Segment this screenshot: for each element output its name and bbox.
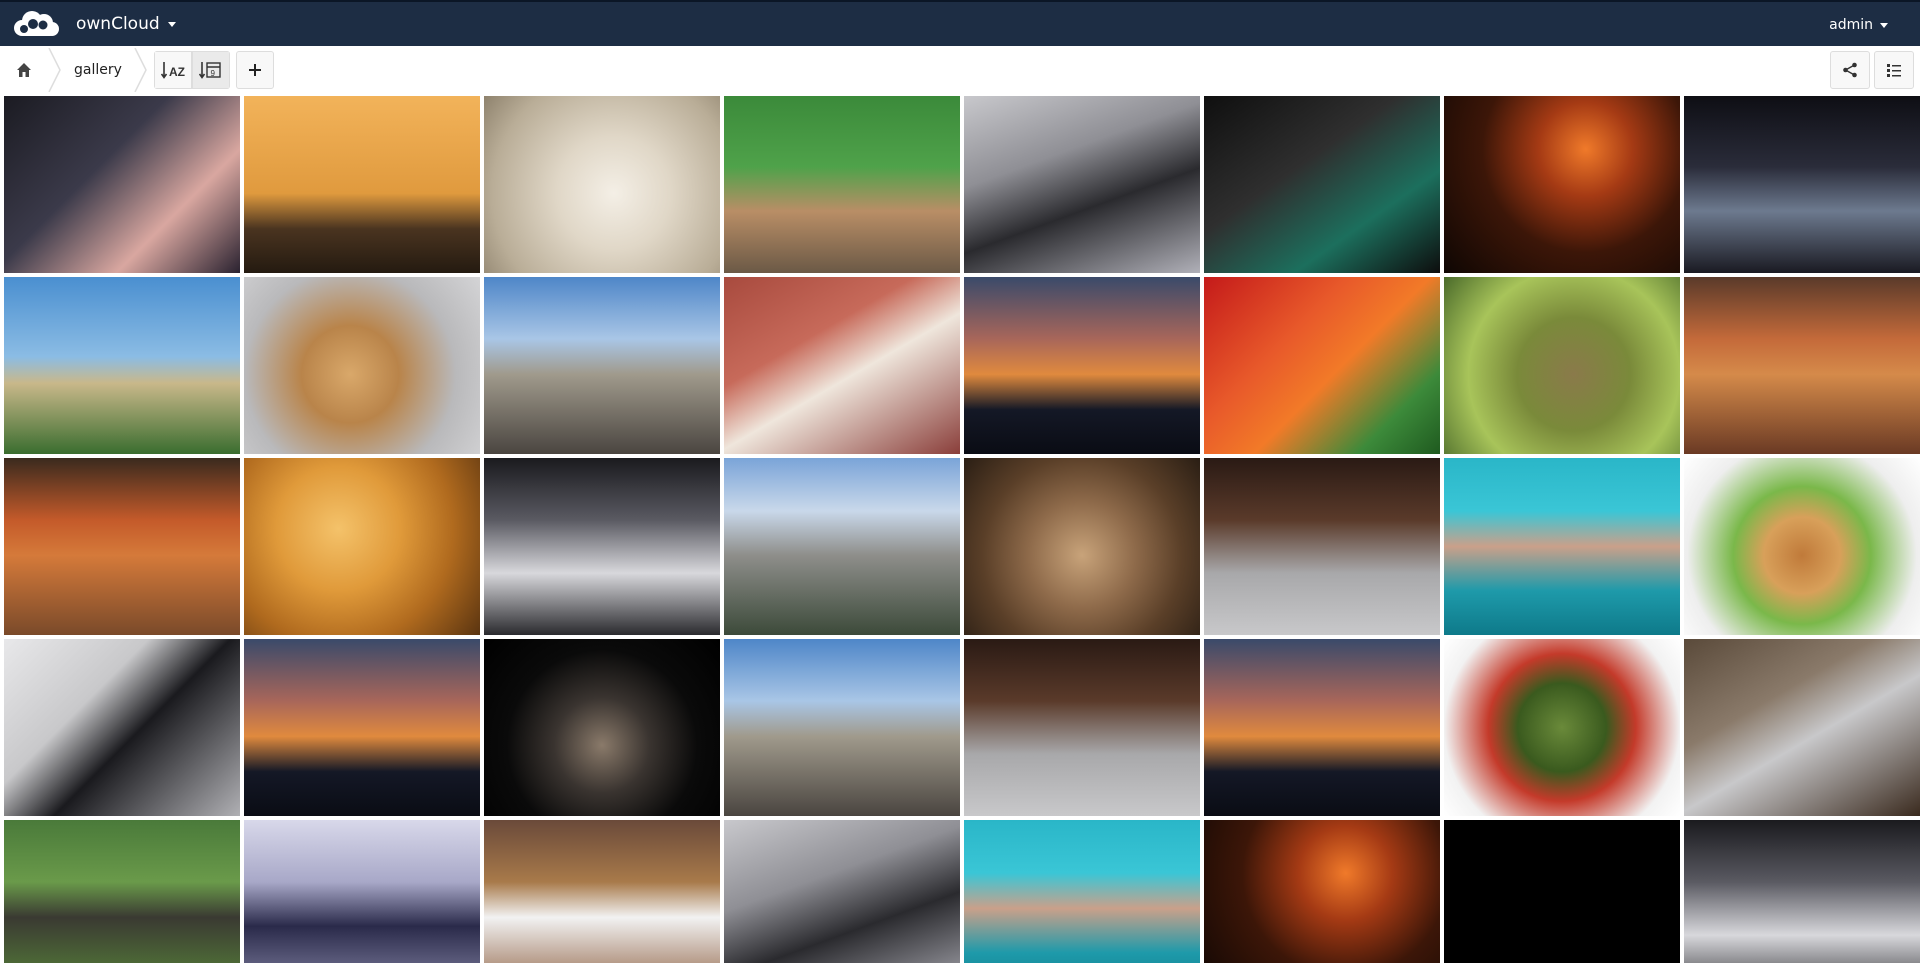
gallery-photo-city-dusk-3[interactable]	[1204, 639, 1440, 816]
home-icon	[17, 63, 31, 77]
gallery-photo-liquor-shelf[interactable]	[1204, 458, 1440, 635]
gallery-photo-black-photo[interactable]	[1444, 820, 1680, 963]
user-menu-toggle[interactable]: admin	[1829, 2, 1888, 48]
gallery-photo-deer[interactable]	[1444, 277, 1680, 454]
gallery-photo-autumn-trees[interactable]	[1684, 277, 1920, 454]
caret-down-icon	[1880, 22, 1888, 28]
share-icon	[1843, 62, 1857, 78]
gallery-photo-bar-counter-2[interactable]	[1684, 820, 1920, 963]
controls-bar: gallery AZ 9	[0, 46, 1920, 94]
caret-down-icon	[167, 21, 176, 27]
gallery-photo-las-vegas-night[interactable]	[484, 639, 720, 816]
gallery-photo-les-invalides[interactable]	[4, 277, 240, 454]
gallery-photo-turquoise-scarf[interactable]	[1444, 458, 1680, 635]
gallery-photo-bar-lamps-2[interactable]	[1204, 820, 1440, 963]
plus-icon	[248, 64, 261, 76]
gallery-photo-silhouette-sunset[interactable]	[244, 96, 480, 273]
gallery-photo-circuit-board[interactable]	[1204, 96, 1440, 273]
gallery-row	[4, 458, 1920, 635]
gallery-row	[4, 639, 1920, 816]
svg-text:9: 9	[210, 69, 215, 78]
gallery-photo-earphones[interactable]	[484, 96, 720, 273]
sort-by-date-button[interactable]: 9	[191, 51, 230, 89]
app-name-label: ownCloud	[76, 14, 160, 34]
gallery-photo-vegetables[interactable]	[1204, 277, 1440, 454]
gallery-photo-city-dusk[interactable]	[964, 277, 1200, 454]
gallery-row	[4, 277, 1920, 454]
app-menu-toggle[interactable]: ownCloud	[76, 14, 176, 34]
gallery-photo-ipad-user[interactable]	[4, 639, 240, 816]
gallery-photo-sony-headphones-2[interactable]	[724, 820, 960, 963]
sort-button-group: AZ 9	[153, 51, 230, 89]
owncloud-logo[interactable]	[10, 7, 64, 41]
breadcrumb-separator	[134, 48, 147, 92]
gallery-photo-city-skyline[interactable]	[724, 458, 960, 635]
sort-alpha-icon: AZ	[160, 62, 185, 79]
gallery-photo-friends-night[interactable]	[4, 96, 240, 273]
gallery-photo-old-woman[interactable]	[964, 458, 1200, 635]
sort-date-icon: 9	[198, 62, 221, 79]
add-button[interactable]	[235, 51, 274, 89]
share-button[interactable]	[1830, 51, 1870, 89]
gallery-row	[4, 96, 1920, 273]
list-view-icon	[1887, 64, 1901, 77]
user-name-label: admin	[1829, 17, 1873, 33]
gallery-photo-puppy[interactable]	[244, 277, 480, 454]
breadcrumb-current[interactable]: gallery	[62, 46, 134, 94]
gallery-photo-liquor-bottles[interactable]	[964, 639, 1200, 816]
toggle-view-button[interactable]	[1874, 51, 1914, 89]
gallery-photo-turquoise-scarf-2[interactable]	[964, 820, 1200, 963]
breadcrumb-separator	[48, 48, 61, 92]
gallery-photo-autumn-park[interactable]	[4, 458, 240, 635]
gallery-row	[4, 820, 1920, 963]
gallery-photo-siamese-cat[interactable]	[724, 277, 960, 454]
gallery-photo-city-dusk-2[interactable]	[244, 639, 480, 816]
gallery-photo-gorilla[interactable]	[4, 820, 240, 963]
gallery-photo-dog-barrel[interactable]	[484, 820, 720, 963]
gallery-grid	[4, 96, 1920, 963]
svg-text:AZ: AZ	[169, 65, 185, 79]
gallery-photo-bartender[interactable]	[244, 820, 480, 963]
gallery-photo-bar-lamps[interactable]	[1444, 96, 1680, 273]
gallery-photo-bar-counter[interactable]	[484, 458, 720, 635]
gallery-photo-grilled-vegetables[interactable]	[1444, 639, 1680, 816]
gallery-photo-burger[interactable]	[1684, 458, 1920, 635]
gallery-photo-brandenburg-gate-2[interactable]	[724, 639, 960, 816]
gallery-photo-brandenburg-gate[interactable]	[484, 277, 720, 454]
gallery-photo-sony-headphones[interactable]	[964, 96, 1200, 273]
gallery-photo-bread-rolls[interactable]	[244, 458, 480, 635]
breadcrumb-home[interactable]	[0, 46, 48, 94]
sort-by-name-button[interactable]: AZ	[153, 51, 192, 89]
gallery-photo-baseball-batter[interactable]	[724, 96, 960, 273]
gallery-photo-fashion-runway[interactable]	[1684, 96, 1920, 273]
gallery-photo-turntable[interactable]	[1684, 639, 1920, 816]
top-header: ownCloud admin	[0, 0, 1920, 46]
